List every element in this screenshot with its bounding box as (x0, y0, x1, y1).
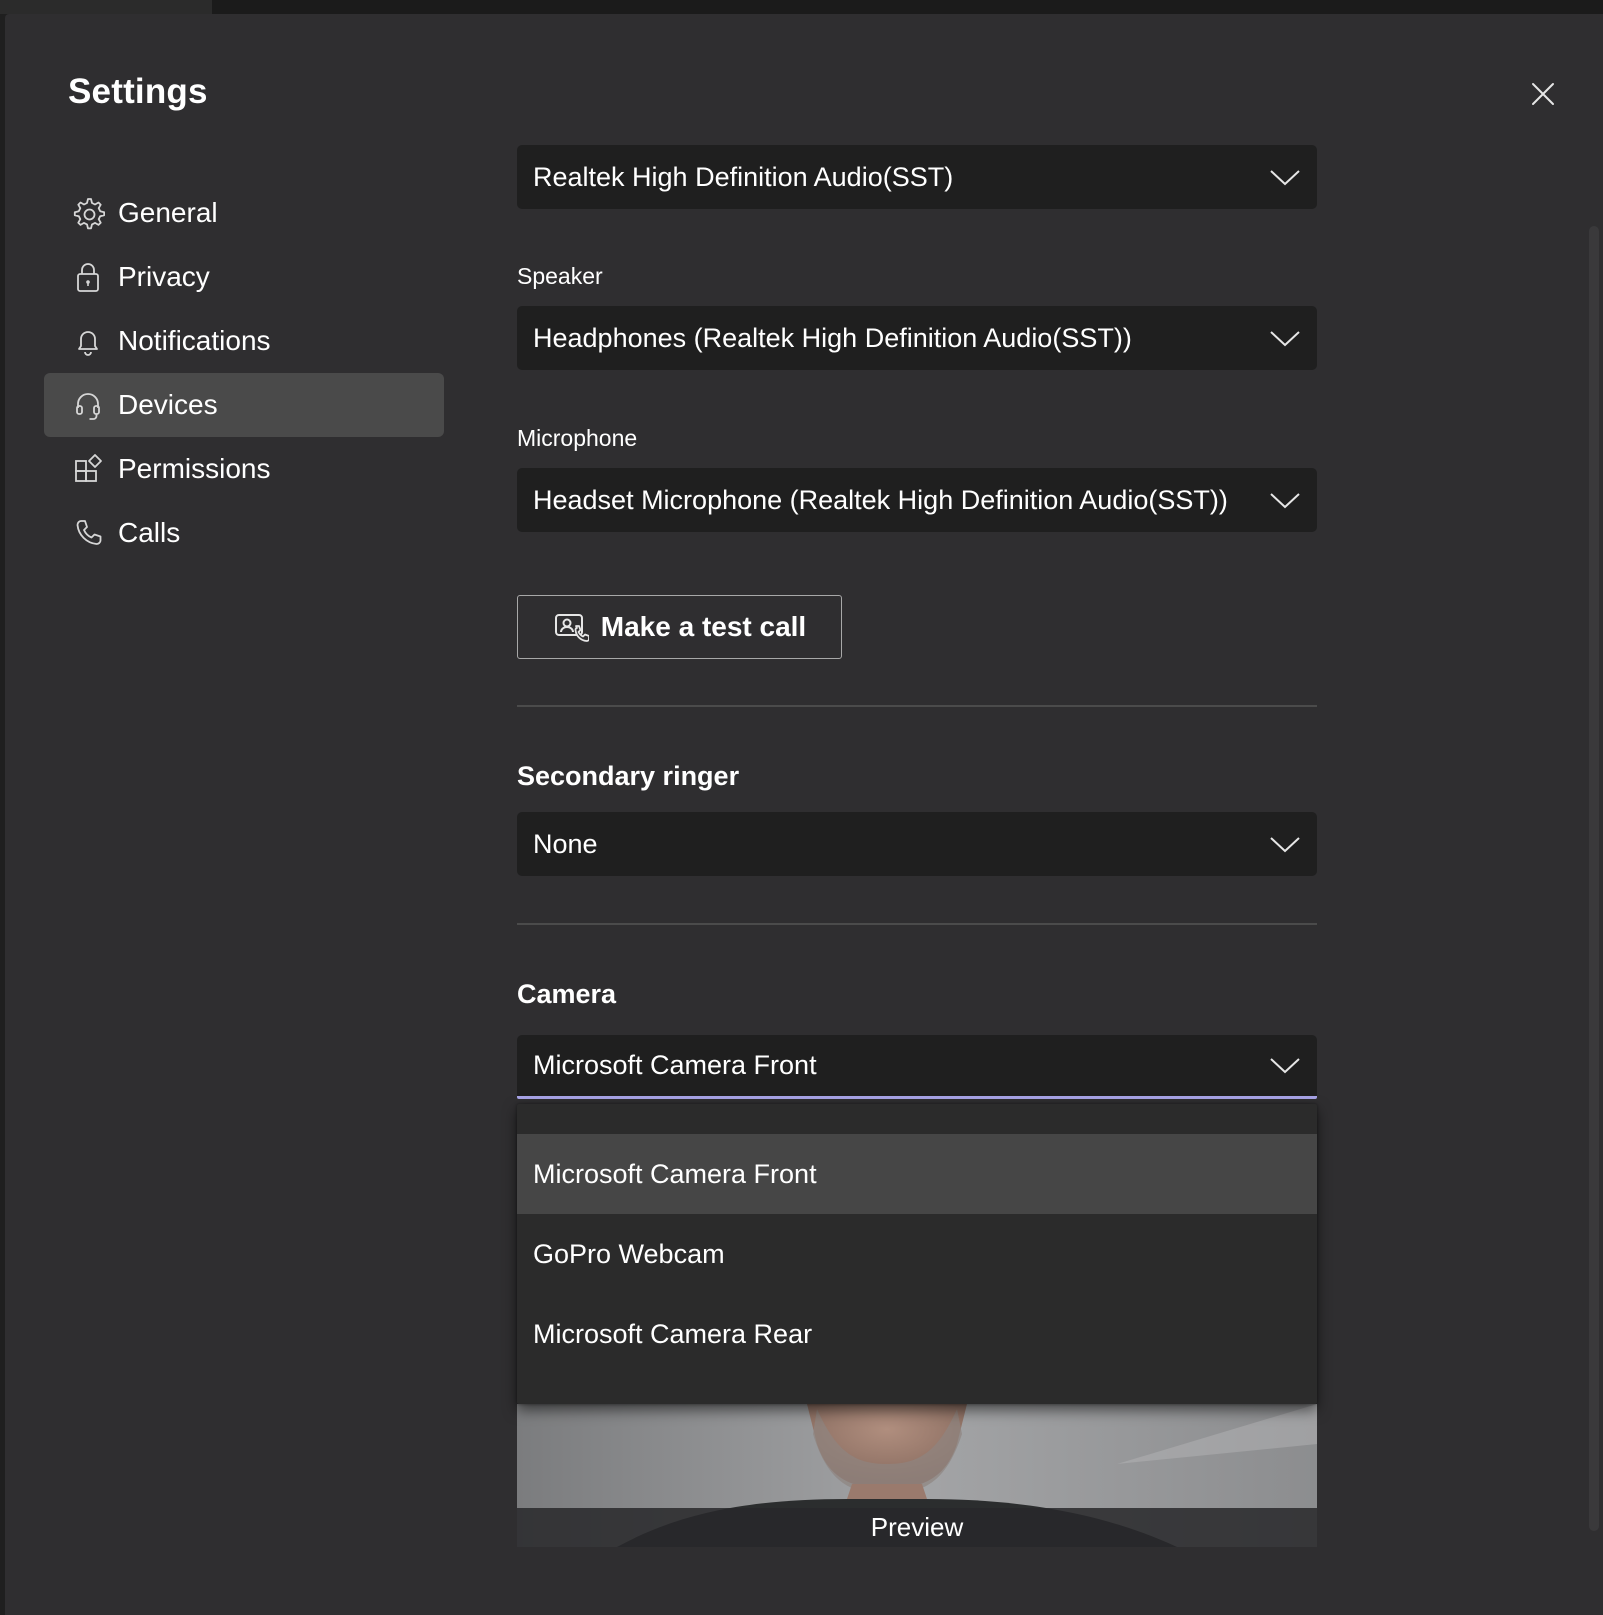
camera-select[interactable]: Microsoft Camera Front (517, 1035, 1317, 1099)
speaker-label: Speaker (517, 263, 603, 289)
section-divider (517, 923, 1317, 925)
speaker-select[interactable]: Headphones (Realtek High Definition Audi… (517, 306, 1317, 370)
chevron-up-icon (1270, 1058, 1300, 1074)
chevron-down-icon (1270, 493, 1300, 509)
select-value: None (533, 828, 598, 859)
audio-device-select[interactable]: Realtek High Definition Audio(SST) (517, 145, 1317, 209)
phone-icon (68, 513, 108, 553)
gear-icon (68, 193, 108, 233)
bell-icon (68, 321, 108, 361)
secondary-ringer-select[interactable]: None (517, 812, 1317, 876)
microphone-label: Microphone (517, 425, 638, 451)
chevron-down-icon (1270, 170, 1300, 186)
nav-label: Calls (118, 517, 181, 548)
select-value: Microsoft Camera Front (533, 1050, 817, 1080)
nav-label: Notifications (118, 325, 271, 356)
select-value: Headset Microphone (Realtek High Definit… (533, 484, 1228, 515)
nav-label: General (118, 197, 218, 228)
camera-option[interactable]: GoPro Webcam (517, 1214, 1317, 1294)
preview-label: Preview (517, 1508, 1317, 1547)
section-divider (517, 705, 1317, 707)
test-call-icon (554, 614, 589, 642)
chevron-down-icon (1270, 837, 1300, 853)
microphone-select[interactable]: Headset Microphone (Realtek High Definit… (517, 468, 1317, 532)
camera-dropdown-menu: Microsoft Camera Front GoPro Webcam Micr… (517, 1104, 1317, 1404)
nav-item-permissions[interactable]: Permissions (44, 437, 444, 501)
nav-item-calls[interactable]: Calls (44, 501, 444, 565)
dialog-title: Settings (68, 72, 208, 111)
nav-item-notifications[interactable]: Notifications (44, 309, 444, 373)
scrollbar[interactable] (1589, 226, 1599, 1531)
permissions-icon (68, 449, 108, 489)
settings-nav: General Privacy Notifications Devices Pe… (44, 181, 444, 565)
close-button[interactable] (1523, 74, 1563, 114)
chevron-down-icon (1270, 331, 1300, 347)
title-bar-strip (0, 0, 1603, 14)
select-value: Realtek High Definition Audio(SST) (533, 161, 954, 192)
camera-option[interactable]: Microsoft Camera Rear (517, 1294, 1317, 1374)
camera-option[interactable]: Microsoft Camera Front (517, 1134, 1317, 1214)
nav-label: Permissions (118, 453, 271, 484)
select-value: Headphones (Realtek High Definition Audi… (533, 322, 1132, 353)
headset-icon (68, 385, 108, 425)
secondary-ringer-heading: Secondary ringer (517, 761, 740, 791)
nav-label: Devices (118, 389, 218, 420)
camera-heading: Camera (517, 979, 617, 1009)
settings-dialog: Settings General Privacy Notifications D… (5, 14, 1603, 1615)
title-bar-tab (0, 0, 212, 14)
nav-item-privacy[interactable]: Privacy (44, 245, 444, 309)
close-icon (1532, 83, 1554, 105)
nav-label: Privacy (118, 261, 210, 292)
nav-item-devices[interactable]: Devices (44, 373, 444, 437)
test-call-label: Make a test call (600, 611, 807, 642)
nav-item-general[interactable]: General (44, 181, 444, 245)
lock-icon (68, 257, 108, 297)
make-test-call-button[interactable]: Make a test call (517, 595, 842, 659)
